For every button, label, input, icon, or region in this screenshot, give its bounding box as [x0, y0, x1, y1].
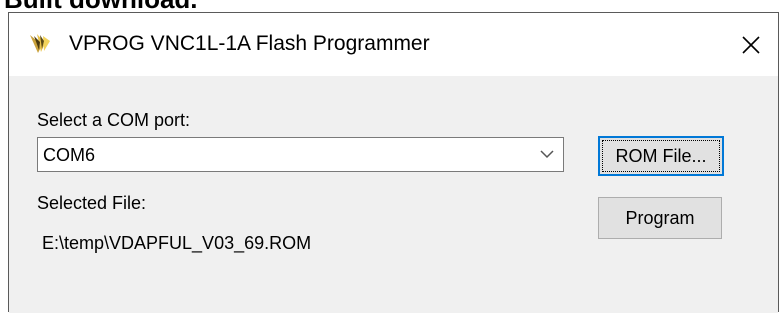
dialog-client-area: Select a COM port: COM6 Selected File: E… — [9, 76, 778, 313]
program-button[interactable]: Program — [598, 197, 722, 239]
window-title: VPROG VNC1L-1A Flash Programmer — [69, 32, 430, 55]
program-button-label: Program — [625, 208, 695, 228]
close-icon — [742, 36, 760, 54]
com-port-label: Select a COM port: — [37, 110, 191, 130]
selected-file-label: Selected File: — [37, 193, 147, 213]
selected-file-path: E:\temp\VDAPFUL_V03_69.ROM — [42, 233, 312, 253]
close-button[interactable] — [731, 25, 771, 65]
title-bar[interactable]: VPROG VNC1L-1A Flash Programmer — [9, 13, 778, 76]
rom-file-button[interactable]: ROM File... — [598, 136, 724, 176]
vprog-app-icon — [30, 34, 50, 53]
com-port-select[interactable]: COM6 — [37, 137, 564, 172]
com-port-value: COM6 — [43, 145, 96, 165]
focus-rectangle — [602, 140, 720, 172]
chevron-down-icon — [540, 150, 554, 159]
dialog-window: VPROG VNC1L-1A Flash Programmer Select a… — [8, 12, 779, 313]
